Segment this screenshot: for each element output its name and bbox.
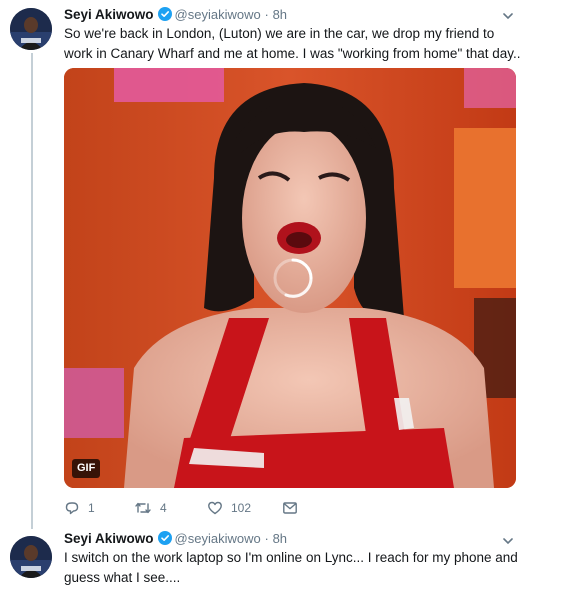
separator-dot: · <box>264 531 269 546</box>
retweet-icon <box>134 500 160 516</box>
chevron-down-icon[interactable] <box>501 9 515 23</box>
avatar[interactable] <box>10 8 52 50</box>
reply-button[interactable]: 1 <box>64 500 95 516</box>
reply-count: 1 <box>88 501 95 515</box>
user-handle[interactable]: @seyiakiwowo <box>175 531 261 546</box>
tweet-text: So we're back in London, (Luton) we are … <box>64 26 521 61</box>
gif-badge: GIF <box>72 459 101 478</box>
separator-dot: · <box>264 7 269 22</box>
tweet-header: Seyi Akiwowo @seyiakiwowo · 8h <box>64 6 287 24</box>
avatar[interactable] <box>10 536 52 578</box>
tweet-media-gif[interactable]: GIF <box>64 68 516 488</box>
tweet[interactable]: Seyi Akiwowo @seyiakiwowo · 8h So we're b… <box>0 0 567 525</box>
reply-icon <box>64 500 88 516</box>
message-icon <box>282 500 306 516</box>
user-handle[interactable]: @seyiakiwowo <box>175 7 261 22</box>
tweet-actions: 1 4 102 <box>64 500 464 516</box>
timestamp[interactable]: 8h <box>273 531 287 546</box>
retweet-count: 4 <box>160 501 167 515</box>
display-name[interactable]: Seyi Akiwowo <box>64 7 154 22</box>
tweet-text: I switch on the work laptop so I'm onlin… <box>64 550 518 585</box>
message-button[interactable] <box>282 500 306 516</box>
gif-frame-image <box>64 68 516 488</box>
like-count: 102 <box>231 501 252 515</box>
chevron-down-icon[interactable] <box>501 534 515 548</box>
tweet[interactable]: Seyi Akiwowo @seyiakiwowo · 8h I switch o… <box>0 525 567 590</box>
display-name[interactable]: Seyi Akiwowo <box>64 531 154 546</box>
timestamp[interactable]: 8h <box>273 7 287 22</box>
like-icon <box>207 500 231 516</box>
like-button[interactable]: 102 <box>207 500 251 516</box>
tweet-header: Seyi Akiwowo @seyiakiwowo · 8h <box>64 530 287 548</box>
retweet-button[interactable]: 4 <box>134 500 167 516</box>
